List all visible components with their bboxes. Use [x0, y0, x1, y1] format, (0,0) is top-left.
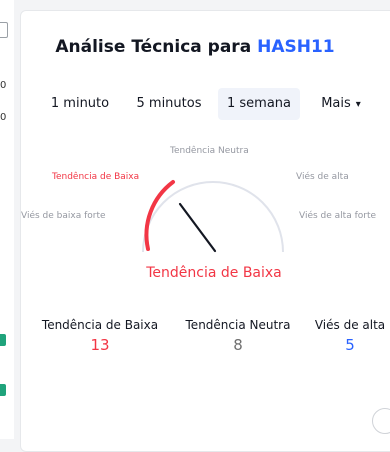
summary-neutral: Tendência Neutra 8 [180, 318, 296, 354]
summary-buy-value: 5 [345, 336, 355, 354]
summary-sell: Tendência de Baixa 13 [36, 318, 164, 354]
label-buy: Viés de alta [296, 172, 349, 182]
summary-buy-label: Viés de alta [314, 318, 386, 332]
summary-sell-label: Tendência de Baixa [41, 318, 159, 332]
summary-neutral-value: 8 [233, 336, 243, 354]
gauge-sell-segment [144, 180, 175, 251]
label-strong-buy: Viés de alta forte [299, 211, 377, 221]
summary-neutral-label: Tendência Neutra [185, 318, 291, 332]
gauge-needle [178, 202, 217, 253]
label-strong-sell: Viés de baixa forte [21, 211, 106, 221]
summary-sell-value: 13 [90, 336, 110, 354]
label-sell: Tendência de Baixa [52, 172, 140, 182]
summary-buy: Viés de alta 5 [310, 318, 390, 354]
label-neutral: Tendência Neutra [170, 146, 249, 156]
gauge-result: Tendência de Baixa [146, 265, 282, 281]
